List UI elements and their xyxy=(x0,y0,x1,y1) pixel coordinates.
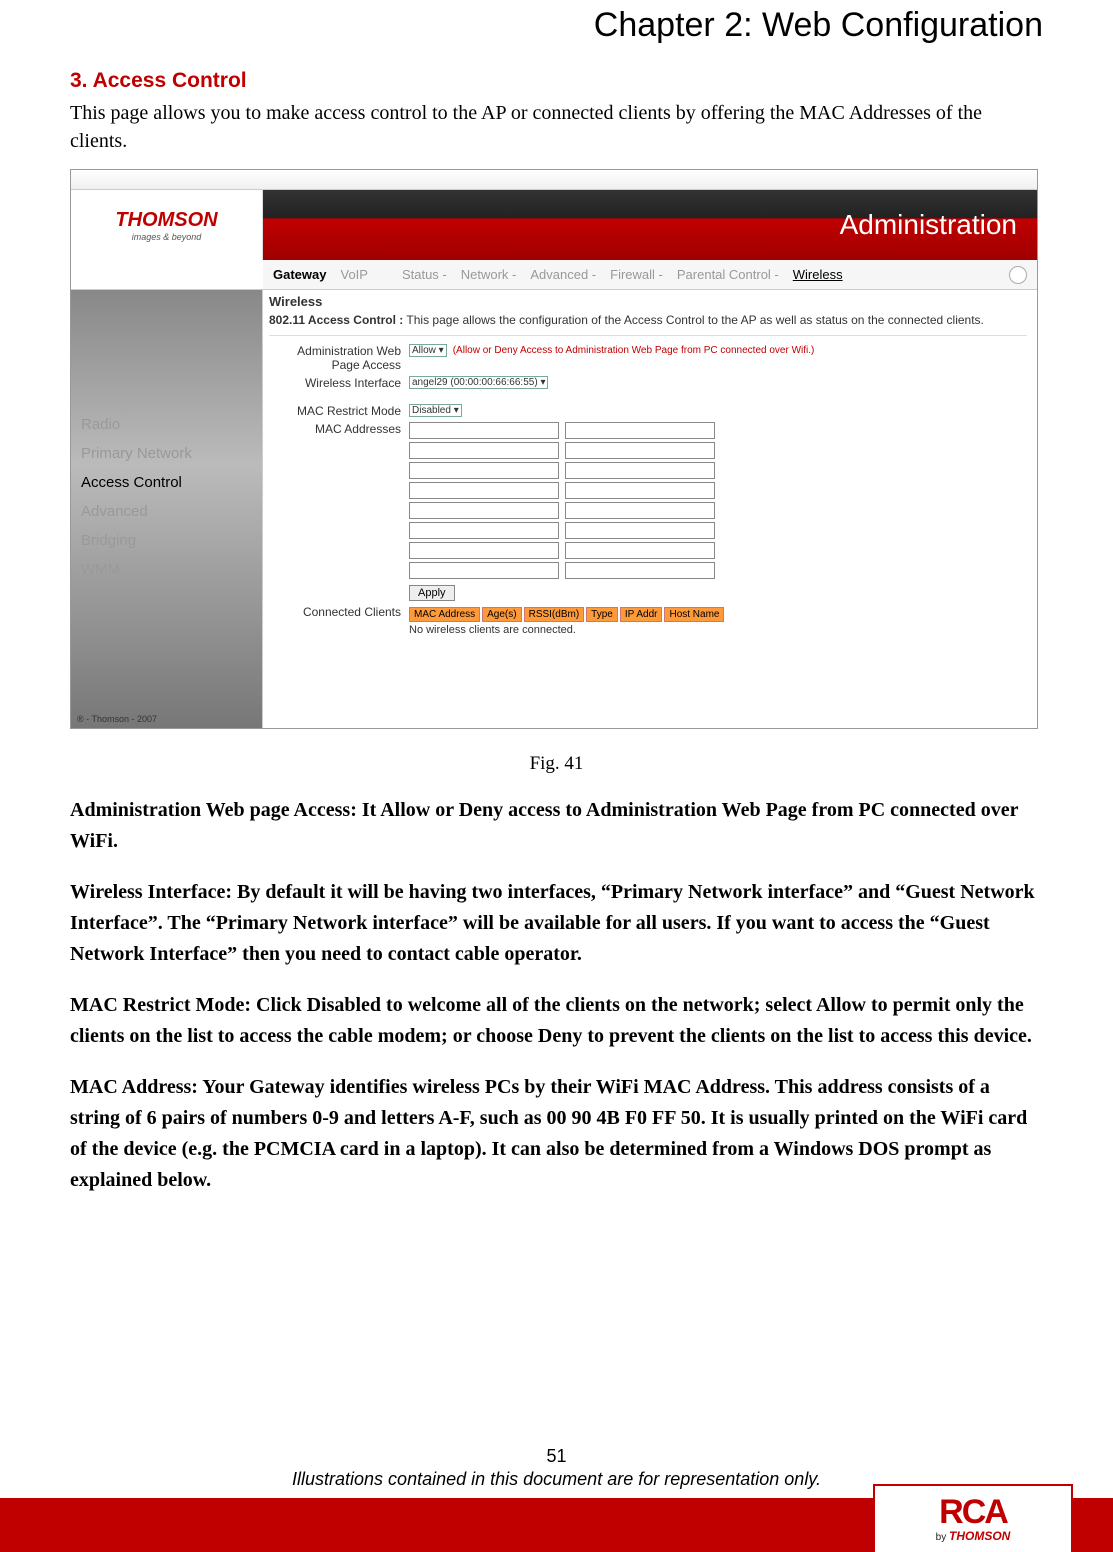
paragraph-wireless-interface: Wireless Interface: By default it will b… xyxy=(70,877,1043,970)
paragraph-mac-address: MAC Address: Your Gateway identifies wir… xyxy=(70,1072,1043,1196)
th-mac: MAC Address xyxy=(409,607,480,622)
mac-input[interactable] xyxy=(409,462,559,479)
intro-paragraph: This page allows you to make access cont… xyxy=(70,99,1043,155)
logo-sub: images & beyond xyxy=(132,232,202,242)
admin-access-select[interactable]: Allow ▾ xyxy=(409,344,447,357)
th-type: Type xyxy=(586,607,618,622)
mac-input[interactable] xyxy=(565,422,715,439)
tab-wireless[interactable]: Wireless xyxy=(793,267,843,282)
clients-table-header: MAC Address Age(s) RSSI(dBm) Type IP Add… xyxy=(409,607,724,622)
iface-label: Wireless Interface xyxy=(269,376,409,390)
mac-address-grid xyxy=(409,422,715,579)
tab-parental[interactable]: Parental Control - xyxy=(677,267,779,282)
th-ip: IP Addr xyxy=(620,607,663,622)
sidebar-item-access[interactable]: Access Control xyxy=(79,468,254,497)
mac-input[interactable] xyxy=(409,542,559,559)
iface-select[interactable]: angel29 (00:00:00:66:66:55) ▾ xyxy=(409,376,548,389)
no-clients-text: No wireless clients are connected. xyxy=(409,624,724,636)
tab-firewall[interactable]: Firewall - xyxy=(610,267,663,282)
tab-advanced[interactable]: Advanced - xyxy=(530,267,596,282)
sidebar-item-radio[interactable]: Radio xyxy=(79,410,254,439)
sidebar-item-bridging[interactable]: Bridging xyxy=(79,526,254,555)
figure-caption: Fig. 41 xyxy=(70,753,1043,775)
chapter-title: Chapter 2: Web Configuration xyxy=(70,6,1043,45)
mac-input[interactable] xyxy=(565,482,715,499)
th-rssi: RSSI(dBm) xyxy=(524,607,585,622)
th-host: Host Name xyxy=(664,607,724,622)
tab-network[interactable]: Network - xyxy=(461,267,517,282)
mac-input[interactable] xyxy=(565,442,715,459)
clients-label: Connected Clients xyxy=(269,605,409,619)
admin-access-hint: (Allow or Deny Access to Administration … xyxy=(453,345,815,356)
refresh-icon[interactable] xyxy=(1009,266,1027,284)
section-title: 3. Access Control xyxy=(70,69,1043,93)
rca-logo-tab: RCA by THOMSON xyxy=(873,1484,1073,1552)
mac-input[interactable] xyxy=(565,562,715,579)
mac-label: MAC Addresses xyxy=(269,422,409,436)
mac-input[interactable] xyxy=(409,422,559,439)
mac-input[interactable] xyxy=(565,502,715,519)
desc-text: This page allows the configuration of th… xyxy=(406,313,983,327)
restrict-label: MAC Restrict Mode xyxy=(269,404,409,418)
restrict-select[interactable]: Disabled ▾ xyxy=(409,404,462,417)
mac-input[interactable] xyxy=(409,522,559,539)
paragraph-mac-restrict: MAC Restrict Mode: Click Disabled to wel… xyxy=(70,990,1043,1052)
mac-input[interactable] xyxy=(409,502,559,519)
mac-input[interactable] xyxy=(409,442,559,459)
tab-gateway[interactable]: Gateway xyxy=(273,267,326,282)
tab-voip[interactable]: VoIP xyxy=(340,267,367,282)
rca-byline: by THOMSON xyxy=(936,1529,1011,1543)
admin-access-label: Administration Web Page Access xyxy=(269,344,409,372)
page-number: 51 xyxy=(0,1446,1113,1467)
paragraph-admin-access: Administration Web page Access: It Allow… xyxy=(70,795,1043,857)
copyright: ® - Thomson - 2007 xyxy=(77,714,157,724)
wireless-heading: Wireless xyxy=(269,294,1027,309)
sidebar-item-primary[interactable]: Primary Network xyxy=(79,439,254,468)
sidebar: Radio Primary Network Access Control Adv… xyxy=(79,410,254,584)
thomson-logo: THOMSON images & beyond xyxy=(71,190,263,260)
tab-status[interactable]: Status - xyxy=(402,267,447,282)
mac-input[interactable] xyxy=(565,522,715,539)
sidebar-item-advanced[interactable]: Advanced xyxy=(79,497,254,526)
mac-input[interactable] xyxy=(565,462,715,479)
admin-banner: Administration xyxy=(263,190,1037,260)
th-age: Age(s) xyxy=(482,607,521,622)
mac-input[interactable] xyxy=(565,542,715,559)
apply-button[interactable]: Apply xyxy=(409,585,455,601)
mac-input[interactable] xyxy=(409,482,559,499)
logo-main: THOMSON xyxy=(115,209,217,232)
admin-ui-screenshot: THOMSON images & beyond Administration G… xyxy=(70,169,1038,729)
desc-label: 802.11 Access Control : xyxy=(269,313,403,327)
mac-input[interactable] xyxy=(409,562,559,579)
sidebar-item-wmm[interactable]: WMM xyxy=(79,555,254,584)
rca-logo: RCA xyxy=(939,1495,1007,1529)
